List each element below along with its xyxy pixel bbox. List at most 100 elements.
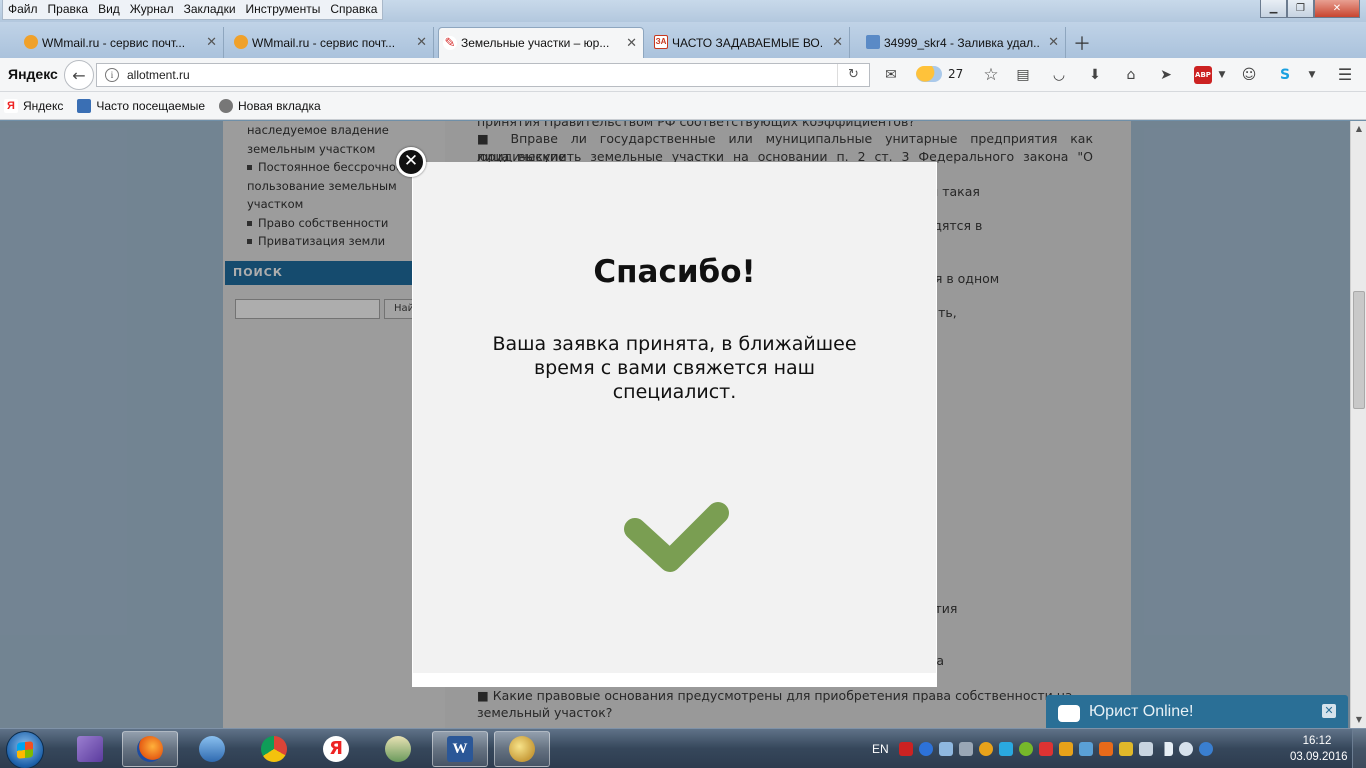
menu-bar: Файл Правка Вид Журнал Закладки Инструме… <box>0 0 1366 22</box>
tab-wmmail-2[interactable]: WMmail.ru - сервис почт... ✕ <box>230 27 434 58</box>
tab-land-plots[interactable]: ✎ Земельные участки – юр... ✕ <box>438 27 644 58</box>
taskbar-paint[interactable] <box>494 731 550 767</box>
taskbar-clock[interactable]: 16:12 03.09.2016 <box>1290 733 1348 765</box>
tray-bluetooth-icon[interactable] <box>1198 742 1213 756</box>
page-scrollbar[interactable]: ▲ ▼ <box>1350 121 1366 728</box>
menu-view[interactable]: Вид <box>93 0 125 19</box>
reload-icon[interactable]: ↻ <box>837 64 869 86</box>
menu-history[interactable]: Журнал <box>125 0 179 19</box>
speaker-icon <box>199 736 225 762</box>
taskbar-word[interactable]: W <box>432 731 488 767</box>
pen-favicon-icon: ✎ <box>443 35 457 50</box>
home-icon[interactable]: ⌂ <box>1122 67 1140 83</box>
tab-label: ЧАСТО ЗАДАВАЕМЫЕ ВО... <box>672 35 823 50</box>
chat-label: Юрист Online! <box>1089 703 1194 720</box>
paint-palette-icon <box>509 736 535 762</box>
visual-studio-icon <box>77 736 103 762</box>
tray-monitor-icon[interactable] <box>1078 742 1093 756</box>
tray-flag-icon[interactable] <box>1038 742 1053 756</box>
tab-close-icon[interactable]: ✕ <box>206 34 217 50</box>
tray-music-icon[interactable] <box>1058 742 1073 756</box>
taskbar-app-figure[interactable] <box>370 731 426 767</box>
tab-faq[interactable]: ЗА ЧАСТО ЗАДАВАЕМЫЕ ВО... ✕ <box>650 27 850 58</box>
adblock-dropdown-icon[interactable]: ▼ <box>1213 67 1231 83</box>
chat-widget[interactable]: Юрист Online! ✕ <box>1046 695 1348 732</box>
tab-close-icon[interactable]: ✕ <box>1048 34 1059 50</box>
scroll-up-arrow-icon[interactable]: ▲ <box>1351 121 1366 137</box>
tab-label: WMmail.ru - сервис почт... <box>252 35 396 50</box>
show-desktop-button[interactable] <box>1352 729 1366 768</box>
window-close-button[interactable]: ✕ <box>1314 0 1360 18</box>
taskbar-media-player[interactable] <box>184 731 240 767</box>
tray-tool-icon[interactable] <box>958 742 973 756</box>
maximize-button[interactable]: ❐ <box>1287 0 1314 18</box>
tray-help-icon[interactable] <box>918 742 933 756</box>
tab-close-icon[interactable]: ✕ <box>832 34 843 50</box>
app-figure-icon <box>385 736 411 762</box>
taskbar-visual-studio[interactable] <box>62 731 118 767</box>
new-tab-plus-icon[interactable]: ＋ <box>1073 30 1091 56</box>
tab-close-icon[interactable]: ✕ <box>626 35 637 51</box>
address-url[interactable]: allotment.ru <box>127 68 190 82</box>
taskbar-firefox[interactable] <box>122 731 178 767</box>
tray-update-icon[interactable] <box>1018 742 1033 756</box>
tab-close-icon[interactable]: ✕ <box>416 34 427 50</box>
hamburger-menu-icon[interactable]: ☰ <box>1336 67 1354 83</box>
skype-icon[interactable]: S <box>1276 67 1294 83</box>
bookmark-label: Часто посещаемые <box>96 98 206 113</box>
reading-list-icon[interactable]: ▤ <box>1014 67 1032 83</box>
pocket-icon[interactable]: ◡ <box>1050 67 1068 83</box>
bookmarks-toolbar: Я Яндекс Часто посещаемые Новая вкладка <box>0 92 1366 120</box>
minimize-button[interactable]: ▁ <box>1260 0 1287 18</box>
chat-smiley-icon[interactable]: ☺ <box>1240 67 1258 83</box>
chat-close-icon[interactable]: ✕ <box>1322 704 1336 718</box>
bookmark-yandex[interactable]: Я Яндекс <box>4 98 64 113</box>
address-bar[interactable]: i allotment.ru ↻ <box>96 63 870 87</box>
bookmark-new-tab[interactable]: Новая вкладка <box>219 98 321 113</box>
yandex-logo[interactable]: Яндекс <box>8 66 58 82</box>
tray-app-icon[interactable] <box>978 742 993 756</box>
taskbar: Я W EN 16:12 03.09.2016 <box>0 728 1366 768</box>
modal-close-icon[interactable]: ✕ <box>396 147 426 177</box>
tab-wmmail-1[interactable]: WMmail.ru - сервис почт... ✕ <box>20 27 224 58</box>
scroll-thumb[interactable] <box>1353 291 1365 409</box>
menu-edit[interactable]: Правка <box>43 0 94 19</box>
wmmail-favicon-icon <box>24 35 38 49</box>
tab-skr4[interactable]: 34999_skr4 - Заливка удал... ✕ <box>862 27 1066 58</box>
menu-tools[interactable]: Инструменты <box>241 0 326 19</box>
bookmark-label: Яндекс <box>23 98 64 113</box>
back-arrow-icon[interactable]: ← <box>64 60 94 90</box>
start-button[interactable] <box>6 731 44 768</box>
download-icon[interactable]: ⬇ <box>1086 67 1104 83</box>
tray-volume-icon[interactable] <box>1178 742 1193 756</box>
send-icon[interactable]: ➤ <box>1157 67 1175 83</box>
tab-bar: WMmail.ru - сервис почт... ✕ WMmail.ru -… <box>0 22 1366 58</box>
scroll-down-arrow-icon[interactable]: ▼ <box>1351 712 1366 728</box>
menu-help[interactable]: Справка <box>325 0 382 19</box>
info-icon[interactable]: i <box>105 68 119 82</box>
tray-action-center-icon[interactable] <box>1138 742 1153 756</box>
tray-pdf-icon[interactable] <box>898 742 913 756</box>
weather-sun-cloud-icon <box>916 66 942 82</box>
checkmark-icon <box>624 502 729 572</box>
bookmark-most-visited[interactable]: Часто посещаемые <box>77 98 206 113</box>
tray-cloud-icon[interactable] <box>998 742 1013 756</box>
skype-dropdown-icon[interactable]: ▼ <box>1303 67 1321 83</box>
language-indicator[interactable]: EN <box>872 742 889 756</box>
tray-signal-icon[interactable] <box>1158 742 1173 756</box>
taskbar-chrome[interactable] <box>246 731 302 767</box>
tab-label: 34999_skr4 - Заливка удал... <box>884 35 1039 50</box>
tab-label: WMmail.ru - сервис почт... <box>42 35 186 50</box>
wmmail-favicon-icon <box>234 35 248 49</box>
menu-bookmarks[interactable]: Закладки <box>179 0 241 19</box>
tray-orange-icon[interactable] <box>1098 742 1113 756</box>
taskbar-yandex-browser[interactable]: Я <box>308 731 364 767</box>
weather-widget[interactable]: 27 <box>916 66 963 82</box>
menu-file[interactable]: Файл <box>3 0 43 19</box>
mail-icon[interactable]: ✉ <box>882 67 900 83</box>
tray-yellow-icon[interactable] <box>1118 742 1133 756</box>
bookmark-label: Новая вкладка <box>238 98 321 113</box>
tray-network-icon[interactable] <box>938 742 953 756</box>
bookmark-star-icon[interactable]: ☆ <box>982 67 1000 84</box>
adblock-icon[interactable]: ABP <box>1194 66 1212 84</box>
